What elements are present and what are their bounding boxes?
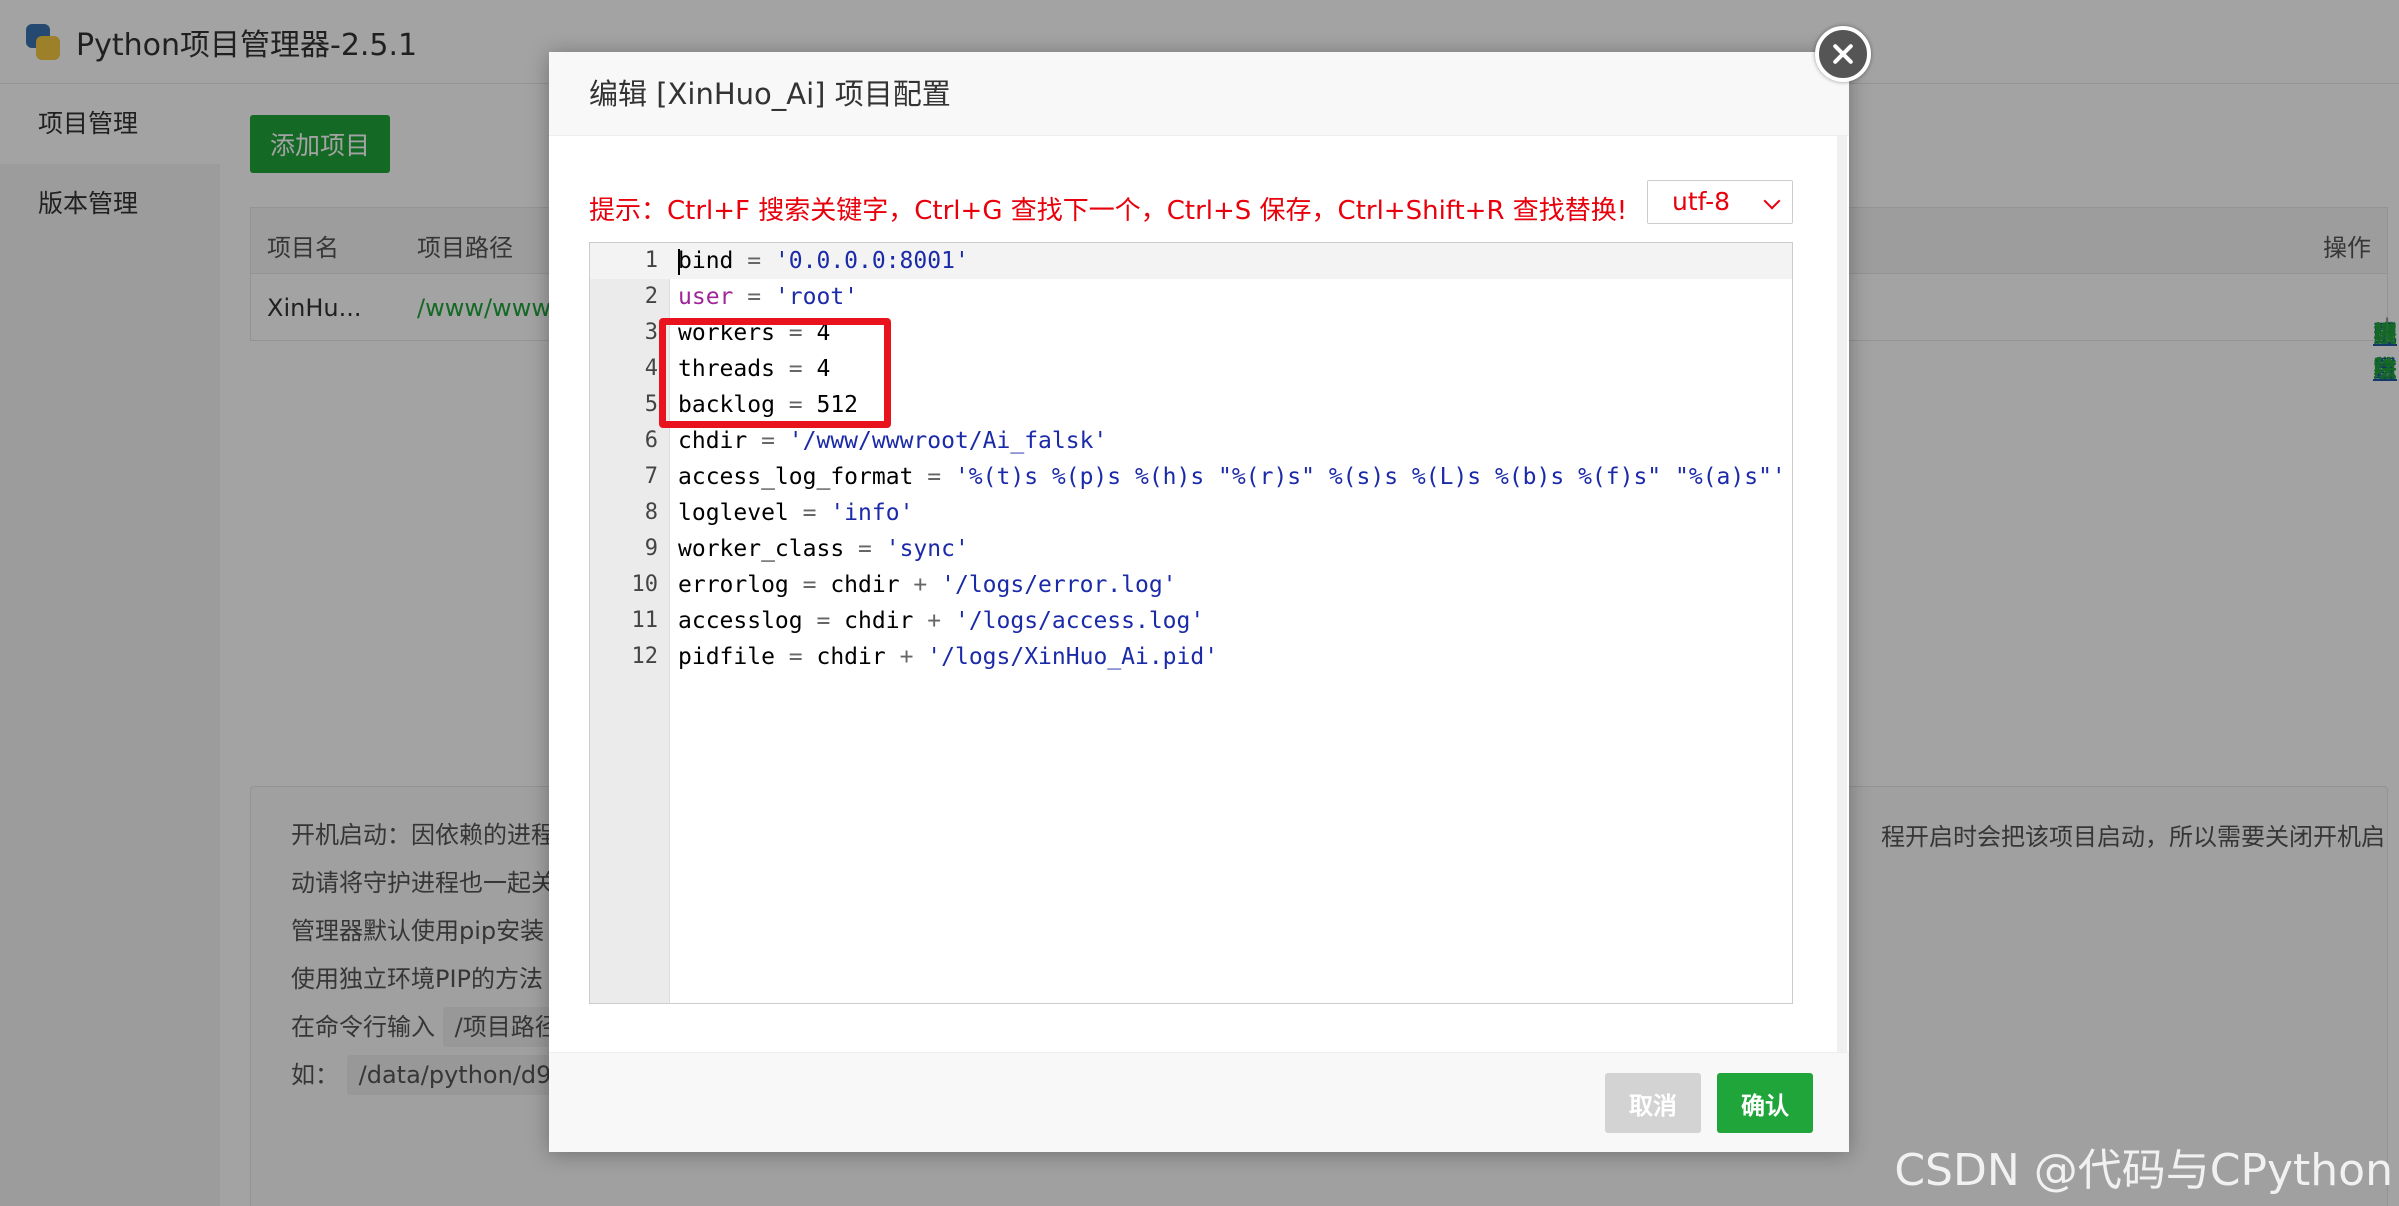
code-operator: = xyxy=(788,572,831,598)
code-text: access_log_format = '%(t)s %(p)s %(h)s "… xyxy=(678,459,1786,495)
code-key: worker_class xyxy=(678,536,845,562)
line-number: 6 xyxy=(644,428,658,453)
code-key: errorlog xyxy=(678,572,789,598)
code-operator: = xyxy=(733,248,775,274)
code-text: accesslog = chdir + '/logs/access.log' xyxy=(678,603,1204,639)
code-line[interactable]: 2 user = 'root' xyxy=(590,279,1792,315)
code-key: user xyxy=(678,284,734,310)
code-string: '/logs/access.log' xyxy=(954,608,1205,634)
line-number: 10 xyxy=(631,572,659,597)
code-string: '0.0.0.0:8001' xyxy=(774,248,969,274)
code-operator: = xyxy=(802,608,845,634)
code-lines: 1 bind = '0.0.0.0:8001' 2 user = 'root' 3 wor… xyxy=(590,243,1792,675)
code-text: errorlog = chdir + '/logs/error.log' xyxy=(678,567,1177,603)
highlight-annotation-box xyxy=(659,318,891,428)
shortcut-hint: 提示：Ctrl+F 搜索关键字，Ctrl+G 查找下一个，Ctrl+S 保存，C… xyxy=(589,196,1628,226)
code-operator: = xyxy=(733,284,775,310)
code-operator: + xyxy=(885,644,928,670)
watermark: CSDN @代码与CPython xyxy=(1894,1145,2393,1196)
code-text: loglevel = 'info' xyxy=(678,495,913,531)
close-icon[interactable] xyxy=(1815,26,1871,82)
dialog-footer: 取消 确认 xyxy=(549,1052,1849,1152)
code-key: pidfile xyxy=(678,644,775,670)
line-number: 9 xyxy=(644,536,658,561)
line-number: 4 xyxy=(644,356,658,381)
code-key: bind xyxy=(678,248,734,274)
code-operator: = xyxy=(844,536,886,562)
code-operator: = xyxy=(747,428,789,454)
code-text: worker_class = 'sync' xyxy=(678,531,969,567)
code-text: pidfile = chdir + '/logs/XinHuo_Ai.pid' xyxy=(678,639,1218,675)
code-key: loglevel xyxy=(678,500,789,526)
code-string: 'sync' xyxy=(885,536,969,562)
code-identifier: chdir xyxy=(830,572,900,598)
code-line[interactable]: 9 worker_class = 'sync' xyxy=(590,531,1792,567)
dialog-scrollbar[interactable] xyxy=(1837,136,1847,1052)
code-line[interactable]: 6 chdir = '/www/wwwroot/Ai_falsk' xyxy=(590,423,1792,459)
code-line[interactable]: 12 pidfile = chdir + '/logs/XinHuo_Ai.pid… xyxy=(590,639,1792,675)
encoding-select[interactable]: utf-8 xyxy=(1647,180,1793,224)
code-key: accesslog xyxy=(678,608,803,634)
dialog-title: 编辑 [XinHuo_Ai] 项目配置 xyxy=(549,52,1849,136)
line-number: 12 xyxy=(631,644,659,669)
code-line[interactable]: 1 bind = '0.0.0.0:8001' xyxy=(590,243,1792,279)
code-string: 'root' xyxy=(774,284,859,310)
code-operator: + xyxy=(899,572,942,598)
line-number: 8 xyxy=(644,500,658,525)
code-key: chdir xyxy=(678,428,748,454)
chevron-down-icon xyxy=(1763,192,1781,210)
code-string: '/logs/error.log' xyxy=(941,572,1177,598)
line-number: 1 xyxy=(644,248,658,273)
code-operator: = xyxy=(788,500,831,526)
code-string: 'info' xyxy=(830,500,914,526)
confirm-button[interactable]: 确认 xyxy=(1717,1073,1813,1133)
code-key: access_log_format xyxy=(678,464,914,490)
code-line[interactable]: 7 access_log_format = '%(t)s %(p)s %(h)s … xyxy=(590,459,1792,495)
line-number: 3 xyxy=(644,320,658,345)
line-number: 7 xyxy=(644,464,658,489)
code-line[interactable]: 10 errorlog = chdir + '/logs/error.log' xyxy=(590,567,1792,603)
line-number: 2 xyxy=(644,284,658,309)
code-string: '%(t)s %(p)s %(h)s "%(r)s" %(s)s %(L)s %… xyxy=(954,464,1786,490)
code-string: '/www/wwwroot/Ai_falsk' xyxy=(788,428,1108,454)
code-text: chdir = '/www/wwwroot/Ai_falsk' xyxy=(678,423,1107,459)
code-identifier: chdir xyxy=(844,608,914,634)
cancel-button[interactable]: 取消 xyxy=(1605,1073,1701,1133)
code-operator: = xyxy=(913,464,955,490)
code-operator: + xyxy=(913,608,955,634)
code-text: user = 'root' xyxy=(678,279,858,315)
code-line[interactable]: 11 accesslog = chdir + '/logs/access.log' xyxy=(590,603,1792,639)
code-identifier: chdir xyxy=(816,644,886,670)
encoding-value: utf-8 xyxy=(1672,187,1731,216)
line-number: 11 xyxy=(631,608,659,633)
line-number: 5 xyxy=(644,392,658,417)
code-line[interactable]: 8 loglevel = 'info' xyxy=(590,495,1792,531)
edit-config-dialog: 编辑 [XinHuo_Ai] 项目配置 提示：Ctrl+F 搜索关键字，Ctrl… xyxy=(549,26,1871,1152)
code-operator: = xyxy=(774,644,817,670)
code-text: bind = '0.0.0.0:8001' xyxy=(678,243,969,279)
code-string: '/logs/XinHuo_Ai.pid' xyxy=(927,644,1219,670)
